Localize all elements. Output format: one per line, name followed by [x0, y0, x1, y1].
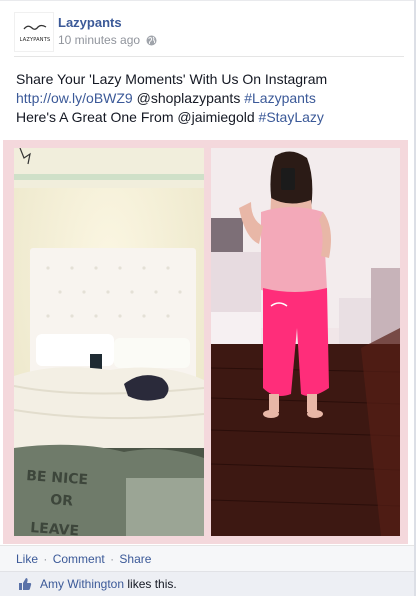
bed-photo-image: BE NICE OR LEAVE — [14, 148, 204, 536]
page-avatar[interactable]: LAZYPANTS — [14, 12, 54, 52]
post-link[interactable]: http://ow.ly/oBWZ9 — [16, 90, 133, 106]
timestamp-link[interactable]: 10 minutes ago — [58, 33, 140, 47]
post-text-line-1: Share Your 'Lazy Moments' With Us On Ins… — [16, 71, 328, 87]
avatar-logo-text: LAZYPANTS — [19, 37, 51, 43]
post-text-line-3: Here's A Great One From @jaimiegold #Sta… — [16, 108, 406, 127]
post-text-line-2: http://ow.ly/oBWZ9 @shoplazypants #Lazyp… — [16, 89, 406, 108]
svg-text:LEAVE: LEAVE — [30, 520, 80, 536]
svg-text:OR: OR — [50, 492, 74, 510]
likes-text: Amy Withington likes this. — [40, 577, 177, 591]
mention-text: @shoplazypants — [132, 90, 245, 106]
photo-mirror-selfie — [211, 148, 400, 536]
header-divider — [14, 56, 404, 57]
photo-collage[interactable]: BE NICE OR LEAVE — [3, 140, 408, 544]
action-separator: · — [43, 552, 48, 566]
post-message: Share Your 'Lazy Moments' With Us On Ins… — [16, 70, 406, 127]
share-link[interactable]: Share — [119, 552, 151, 566]
thumbs-up-icon — [18, 577, 32, 596]
post-meta: 10 minutes ago — [58, 33, 157, 47]
top-border — [0, 0, 416, 1]
hashtag-lazypants[interactable]: #Lazypants — [244, 90, 316, 106]
action-separator: · — [110, 552, 115, 566]
globe-icon[interactable] — [146, 35, 157, 46]
credit-text: Here's A Great One From @jaimiegold — [16, 109, 259, 125]
action-links: Like · Comment · Share — [16, 552, 151, 566]
hashtag-staylazy[interactable]: #StayLazy — [259, 109, 324, 125]
post-header: LAZYPANTS Lazypants 10 minutes ago — [14, 12, 404, 52]
like-link[interactable]: Like — [16, 552, 38, 566]
logo-wave-icon — [23, 24, 47, 30]
selfie-photo-image — [211, 148, 400, 536]
page-name-link[interactable]: Lazypants — [58, 15, 122, 30]
comment-link[interactable]: Comment — [53, 552, 105, 566]
likes-summary: Amy Withington likes this. — [0, 571, 414, 596]
post-actions-bar: Like · Comment · Share — [0, 545, 414, 571]
likes-suffix: likes this. — [124, 577, 177, 591]
photo-bed: BE NICE OR LEAVE — [14, 148, 204, 536]
liker-name-link[interactable]: Amy Withington — [40, 577, 124, 591]
